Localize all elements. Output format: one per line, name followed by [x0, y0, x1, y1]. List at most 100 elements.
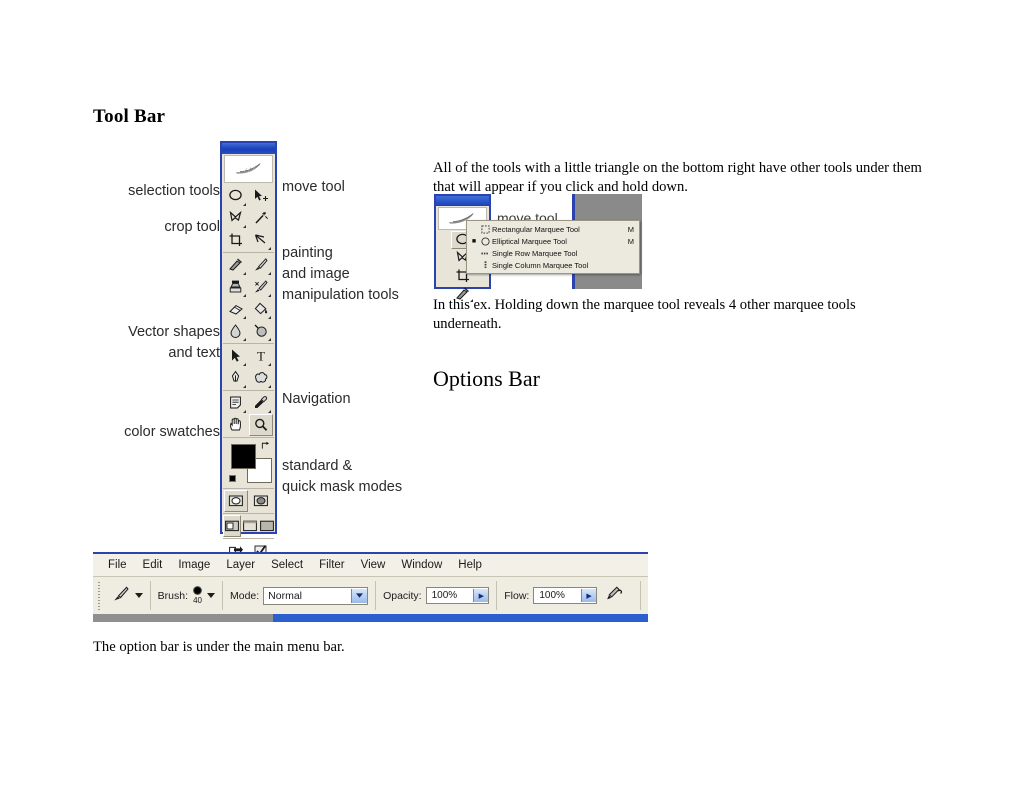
tool-path-selection[interactable] — [224, 345, 248, 367]
standard-screen-mode-button[interactable] — [222, 515, 241, 537]
opacity-label: Opacity: — [383, 589, 422, 602]
custom-shape-icon — [255, 372, 268, 383]
divider — [375, 581, 377, 610]
tool-magic-wand[interactable] — [249, 207, 273, 229]
tool-healing-brush[interactable] — [224, 254, 248, 276]
paragraph-option-bar-location: The option bar is under the main menu ba… — [93, 639, 345, 655]
standard-mode-icon — [228, 495, 243, 507]
tool-group-painting[interactable] — [223, 253, 274, 344]
menu-item-elliptical-marquee[interactable]: ■ Elliptical Marquee Tool M — [467, 235, 639, 247]
tool-group-mask-modes[interactable] — [223, 489, 274, 514]
page-title-options-bar: Options Bar — [433, 366, 540, 391]
paragraph-triangle-note: All of the tools with a little triangle … — [433, 160, 922, 195]
flow-slider-arrow-icon[interactable]: ▶ — [581, 589, 597, 602]
blend-mode-select[interactable]: Normal — [263, 586, 369, 605]
menu-image[interactable]: Image — [171, 558, 217, 572]
mini-tool-healing-brush[interactable] — [451, 285, 475, 303]
brush-preview[interactable]: 40 — [193, 586, 203, 605]
flow-input[interactable]: 100% ▶ — [533, 587, 598, 604]
eyedropper-icon — [255, 396, 268, 408]
mini-palette-title-bar[interactable] — [436, 196, 489, 206]
opacity-slider-arrow-icon[interactable]: ▶ — [473, 589, 489, 602]
tool-marquee[interactable] — [224, 185, 248, 207]
tool-paint-bucket[interactable] — [249, 298, 273, 320]
foreground-color-swatch[interactable] — [231, 444, 256, 469]
palette-title-bar[interactable] — [222, 143, 275, 154]
menu-file[interactable]: File — [101, 558, 134, 572]
menu-item-rectangular-marquee[interactable]: Rectangular Marquee Tool M — [467, 223, 639, 235]
healing-brush-icon — [455, 287, 469, 300]
menu-select[interactable]: Select — [264, 558, 310, 572]
brush-picker-arrow[interactable] — [207, 593, 216, 598]
tool-history-brush[interactable] — [249, 276, 273, 298]
tool-custom-shape[interactable] — [249, 367, 273, 389]
tool-group-vector-text[interactable]: T — [223, 344, 274, 391]
tool-group-navigation[interactable] — [223, 391, 274, 438]
annotation-painting-and-image-tools: painting and image manipulation tools — [282, 245, 399, 303]
tool-preset-picker-arrow[interactable] — [134, 593, 143, 598]
brush-tip-icon — [193, 586, 203, 595]
quick-mask-mode-button[interactable] — [249, 490, 273, 512]
menu-help[interactable]: Help — [451, 558, 489, 572]
menu-layer[interactable]: Layer — [219, 558, 262, 572]
notes-tool-icon — [230, 396, 241, 409]
menu-item-single-row-marquee[interactable]: Single Row Marquee Tool — [467, 247, 639, 259]
divider — [222, 581, 223, 610]
options-bar-drag-grip[interactable] — [97, 581, 104, 610]
tool-notes[interactable] — [224, 392, 248, 414]
flow-label: Flow: — [504, 589, 530, 602]
menu-item-single-column-marquee[interactable]: Single Column Marquee Tool — [467, 259, 639, 271]
airbrush-toggle[interactable] — [605, 585, 625, 606]
tool-brush[interactable] — [249, 254, 273, 276]
menu-edit[interactable]: Edit — [136, 558, 170, 572]
photoshop-toolbox-palette[interactable]: T — [220, 141, 277, 557]
clone-stamp-icon — [229, 280, 242, 293]
annotation-color-swatches: color swatches — [124, 424, 220, 440]
tool-group-color-swatches[interactable] — [223, 438, 274, 489]
slice-tool-icon — [254, 234, 266, 244]
menu-window[interactable]: Window — [394, 558, 449, 572]
tool-eraser[interactable] — [224, 298, 248, 320]
full-screen-menubar-mode-button[interactable] — [242, 515, 258, 537]
tool-slice[interactable] — [249, 229, 273, 251]
divider — [496, 581, 498, 610]
standard-mode-button[interactable] — [224, 490, 248, 512]
main-menu-bar[interactable]: File Edit Image Layer Select Filter View… — [93, 554, 648, 577]
color-swatch-control[interactable] — [229, 441, 274, 485]
screenshot-bottom-strip — [93, 614, 648, 622]
full-screen-mode-button[interactable] — [259, 515, 275, 537]
rectangular-marquee-icon — [478, 224, 492, 234]
swap-colors-icon[interactable] — [261, 441, 270, 450]
mode-label: Mode: — [229, 589, 260, 602]
marquee-flyout-menu[interactable]: Rectangular Marquee Tool M ■ Elliptical … — [466, 220, 640, 274]
tool-group-screen-modes[interactable] — [222, 514, 275, 539]
opacity-input[interactable]: 100% ▶ — [425, 587, 490, 604]
tool-move[interactable] — [249, 185, 273, 207]
tool-lasso[interactable] — [224, 207, 248, 229]
tool-type[interactable]: T — [249, 345, 273, 367]
tool-blur[interactable] — [224, 320, 248, 342]
tool-pen[interactable] — [224, 367, 248, 389]
default-colors-icon[interactable] — [229, 475, 238, 484]
dodge-tool-icon — [254, 324, 267, 337]
tool-zoom[interactable] — [249, 414, 273, 436]
annotation-crop-tool: crop tool — [164, 219, 220, 235]
toolbox-tool-grid[interactable]: T — [222, 183, 275, 563]
annotation-vector-shapes-and-text: Vector shapes and text — [128, 324, 220, 361]
annotation-selection-tools: selection tools — [128, 183, 220, 199]
paragraph-marquee-example: In this ex. Holding down the marquee too… — [433, 297, 856, 332]
current-tool-brush-icon[interactable] — [111, 585, 131, 606]
tool-eyedropper[interactable] — [249, 392, 273, 414]
tool-group-selection[interactable] — [223, 184, 274, 253]
page-title-tool-bar: Tool Bar — [93, 106, 166, 127]
menu-view[interactable]: View — [354, 558, 393, 572]
zoom-magnifier-icon — [255, 418, 268, 431]
tool-dodge[interactable] — [249, 320, 273, 342]
crop-tool-icon — [229, 233, 242, 246]
tool-options-bar[interactable]: Brush: 40 Mode: Normal Opacity: 100% ▶ F… — [93, 577, 648, 614]
tool-clone-stamp[interactable] — [224, 276, 248, 298]
tool-hand[interactable] — [224, 414, 248, 436]
menu-filter[interactable]: Filter — [312, 558, 352, 572]
tool-crop[interactable] — [224, 229, 248, 251]
chevron-down-icon[interactable] — [351, 588, 368, 603]
